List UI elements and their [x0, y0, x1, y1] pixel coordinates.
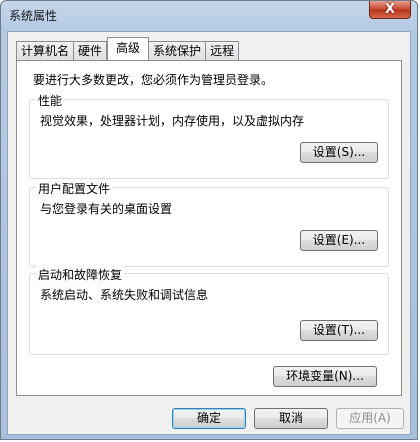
- user-profiles-group: 用户配置文件 与您登录有关的桌面设置 设置(E)...: [29, 180, 389, 267]
- dialog-client-area: 计算机名 硬件 高级 系统保护 远程 要进行大多数更改，您必须作为管理员登录。 …: [7, 31, 411, 435]
- user-profiles-description: 与您登录有关的桌面设置: [40, 202, 173, 216]
- cancel-button[interactable]: 取消: [254, 408, 328, 429]
- admin-note: 要进行大多数更改，您必须作为管理员登录。: [33, 73, 274, 87]
- startup-recovery-group: 启动和故障恢复 系统启动、系统失败和调试信息 设置(T)...: [29, 266, 389, 355]
- apply-button[interactable]: 应用(A): [336, 408, 404, 429]
- startup-recovery-description: 系统启动、系统失败和调试信息: [40, 288, 209, 302]
- title-bar[interactable]: 系统属性 X: [1, 1, 417, 29]
- startup-recovery-settings-button[interactable]: 设置(T)...: [300, 320, 378, 341]
- user-profiles-group-title: 用户配置文件: [36, 180, 113, 197]
- tab-advanced[interactable]: 高级: [107, 37, 150, 60]
- close-button[interactable]: X: [369, 1, 411, 19]
- tab-remote[interactable]: 远程: [206, 41, 240, 60]
- environment-variables-button[interactable]: 环境变量(N)...: [273, 366, 377, 387]
- startup-recovery-group-title: 启动和故障恢复: [36, 266, 125, 283]
- system-properties-window: 系统属性 X 计算机名 硬件 高级 系统保护 远程 要进行大多数更改，您必须作为…: [0, 0, 418, 440]
- user-profiles-settings-button[interactable]: 设置(E)...: [300, 230, 378, 251]
- tab-strip: 计算机名 硬件 高级 系统保护 远程: [16, 37, 240, 60]
- performance-group-title: 性能: [36, 92, 65, 109]
- performance-group: 性能 视觉效果，处理器计划，内存使用，以及虚拟内存 设置(S)...: [29, 92, 389, 179]
- advanced-tab-panel: 要进行大多数更改，您必须作为管理员登录。 性能 视觉效果，处理器计划，内存使用，…: [16, 60, 402, 396]
- window-title: 系统属性: [9, 9, 58, 23]
- tab-hardware[interactable]: 硬件: [74, 41, 108, 60]
- tab-system-protection[interactable]: 系统保护: [149, 41, 207, 60]
- performance-description: 视觉效果，处理器计划，内存使用，以及虚拟内存: [40, 114, 305, 128]
- ok-button[interactable]: 确定: [172, 408, 246, 429]
- close-icon: X: [384, 2, 396, 17]
- performance-settings-button[interactable]: 设置(S)...: [300, 142, 378, 163]
- tab-computer-name[interactable]: 计算机名: [16, 41, 75, 60]
